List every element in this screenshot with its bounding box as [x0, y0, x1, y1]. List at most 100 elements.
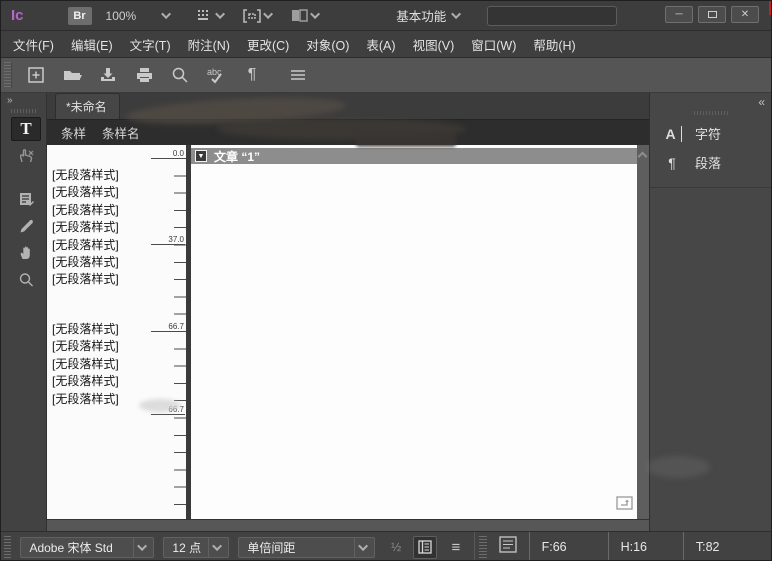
note-tool-icon [17, 190, 36, 208]
hand-tool[interactable] [11, 241, 41, 265]
line-spacing-value: 单倍间距 [239, 539, 354, 556]
panel-item-label: 段落 [695, 153, 721, 172]
note-tool[interactable] [11, 187, 41, 211]
text-page-icon [499, 536, 517, 553]
open-folder-icon [62, 65, 83, 85]
close-button[interactable]: ✕ [731, 6, 759, 23]
search-button[interactable] [168, 63, 192, 87]
new-document-button[interactable] [24, 63, 48, 87]
panel-expand-button[interactable]: » [7, 95, 12, 106]
menu-view[interactable]: 视图(V) [413, 35, 455, 54]
line-spacing-dropdown[interactable]: 单倍间距 [238, 537, 375, 558]
menu-window[interactable]: 窗口(W) [471, 35, 516, 54]
statusbar-grip[interactable] [479, 536, 486, 558]
depth-ruler-label: 66.7 [151, 405, 185, 415]
frame-edges-dropdown[interactable] [243, 9, 273, 23]
menu-type[interactable]: 文字(T) [130, 35, 171, 54]
panel-divider [650, 187, 772, 188]
collapse-panel-button[interactable]: « [758, 95, 765, 109]
tools-grip[interactable] [11, 109, 37, 113]
stat-character-count: H:16 [608, 532, 683, 561]
layout-position-button[interactable] [616, 496, 633, 515]
spellcheck-icon: abc [205, 65, 227, 85]
paragraph-style-row: [无段落样式] [52, 338, 119, 355]
paragraph-icon: ¶ [662, 155, 682, 171]
open-button[interactable] [60, 63, 84, 87]
maximize-button[interactable] [698, 6, 726, 23]
galley-editor[interactable]: ▼ 文章 “1” [191, 145, 637, 519]
triangle-down-icon: ▼ [198, 153, 205, 160]
tab-galley-name[interactable]: 条样名 [102, 123, 140, 142]
vertical-scrollbar[interactable] [637, 145, 649, 519]
document-bottom-strip [47, 519, 649, 531]
search-input[interactable] [497, 10, 639, 22]
frame-edges-icon [243, 9, 261, 23]
menu-changes[interactable]: 更改(C) [247, 35, 289, 54]
statusbar-grip[interactable] [4, 536, 11, 558]
chevron-down-icon [208, 538, 228, 557]
panel-item-character[interactable]: A 字符 [650, 119, 772, 148]
menu-object[interactable]: 对象(O) [306, 35, 349, 54]
panel-grip[interactable] [694, 111, 730, 115]
position-tool-icon [17, 147, 36, 165]
menu-file[interactable]: 文件(F) [13, 35, 54, 54]
eyedropper-tool[interactable] [11, 214, 41, 238]
paragraph-style-row: [无段落样式] [52, 254, 119, 271]
zoom-tool[interactable] [11, 268, 41, 292]
bridge-button[interactable]: Br [68, 7, 92, 25]
view-options-dropdown[interactable] [197, 9, 225, 23]
menu-notes[interactable]: 附注(N) [188, 35, 230, 54]
main-toolbar: abc ¶ [1, 58, 772, 93]
statusbar-separator [474, 532, 475, 561]
chevron-down-icon [263, 9, 273, 19]
depth-ruler-ticks [174, 158, 186, 510]
info-column-toggle[interactable] [413, 536, 437, 559]
statusbar-menu-button[interactable]: ≡ [451, 539, 460, 556]
spellcheck-button[interactable]: abc [204, 63, 228, 87]
panel-menu-icon [289, 68, 307, 82]
menu-edit[interactable]: 编辑(E) [71, 35, 113, 54]
paragraph-style-row: [无段落样式] [52, 356, 119, 373]
zoom-level-value: 100% [106, 9, 137, 23]
menu-help[interactable]: 帮助(H) [533, 35, 575, 54]
show-hidden-chars-button[interactable]: ¶ [240, 63, 264, 87]
paragraph-style-row: [无段落样式] [52, 271, 119, 288]
zoom-level-dropdown[interactable]: 100% [106, 9, 172, 23]
print-button[interactable] [132, 63, 156, 87]
toolbar-menu-button[interactable] [286, 63, 310, 87]
line-numbers-button[interactable]: ½ [391, 540, 401, 554]
screen-layout-dropdown[interactable] [291, 9, 320, 22]
story-collapse-button[interactable]: ▼ [195, 150, 207, 162]
search-box[interactable] [487, 6, 617, 26]
toolbar-grip[interactable] [4, 62, 12, 88]
eyedropper-icon [17, 217, 36, 235]
galley-content: [无段落样式] [无段落样式] [无段落样式] [无段落样式] [无段落样式] … [47, 145, 649, 519]
paragraph-style-row: [无段落样式] [52, 167, 119, 184]
maximize-icon [708, 11, 717, 18]
chevron-down-icon [354, 538, 374, 557]
panel-item-paragraph[interactable]: ¶ 段落 [650, 148, 772, 177]
main-area: » T [1, 93, 772, 531]
character-icon: A [662, 126, 682, 142]
tools-panel: » T [1, 93, 47, 531]
font-size-dropdown[interactable]: 12 点 [163, 537, 229, 558]
document-tab-bar: *未命名 [47, 93, 649, 119]
menu-table[interactable]: 表(A) [366, 35, 395, 54]
document-tab[interactable]: *未命名 [55, 93, 120, 119]
workspace-switcher[interactable]: 基本功能 [396, 6, 461, 25]
tab-galley[interactable]: 条样 [61, 123, 86, 142]
chevron-down-icon [133, 538, 153, 557]
save-button[interactable] [96, 63, 120, 87]
word-count-button[interactable] [499, 536, 517, 558]
hand-icon [17, 244, 36, 262]
position-tool[interactable] [11, 144, 41, 168]
window-controls: ─ ✕ [665, 6, 759, 23]
font-family-dropdown[interactable]: Adobe 宋体 Std [20, 537, 154, 558]
stat-footnote-count: F:66 [529, 532, 608, 561]
panel-item-label: 字符 [695, 124, 721, 143]
type-tool[interactable]: T [11, 117, 41, 141]
view-controls [197, 9, 330, 23]
story-title: 文章 “1” [214, 148, 260, 165]
status-bar: Adobe 宋体 Std 12 点 单倍间距 ½ ≡ F:66 H:16 T:8… [1, 531, 772, 561]
minimize-button[interactable]: ─ [665, 6, 693, 23]
